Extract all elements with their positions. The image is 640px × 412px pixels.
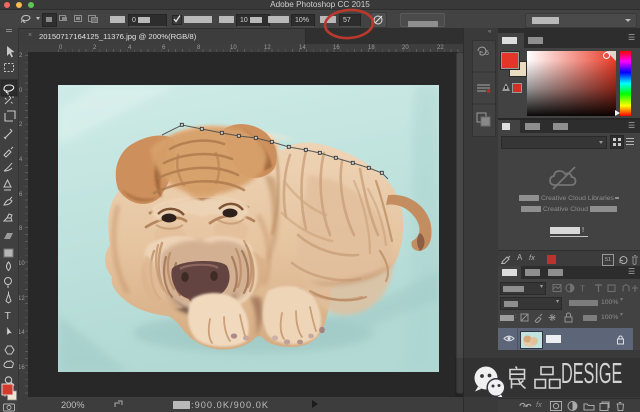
- svg-text:T: T: [580, 285, 585, 294]
- svg-text:5: 5: [485, 50, 489, 57]
- svg-text:T: T: [5, 310, 12, 322]
